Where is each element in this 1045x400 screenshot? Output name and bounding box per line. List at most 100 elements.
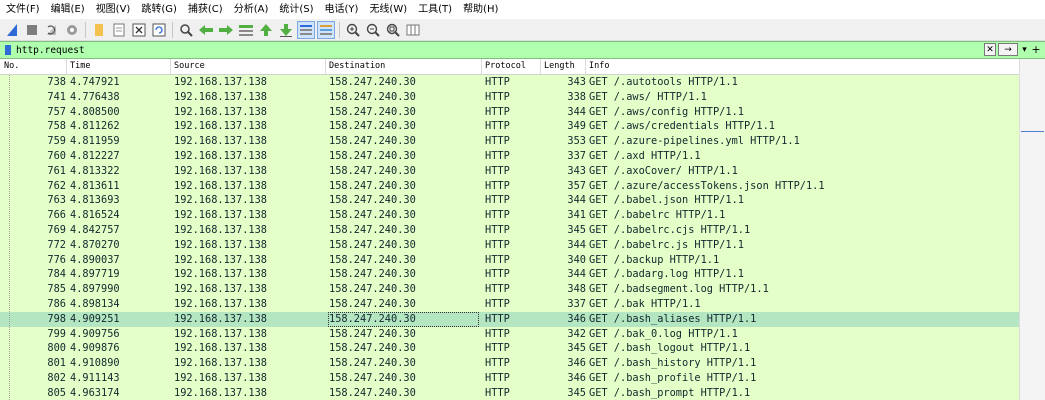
packet-row[interactable]: 800 4.909876 192.168.137.138 158.247.240.30… bbox=[0, 341, 1019, 357]
column-header-source[interactable]: Source bbox=[174, 61, 205, 71]
save-file-icon[interactable] bbox=[110, 21, 128, 39]
menu-help[interactable]: 帮助(H) bbox=[457, 0, 503, 19]
packet-row[interactable]: 762 4.813611 192.168.137.138 158.247.240.30… bbox=[0, 178, 1019, 194]
packet-row-selected[interactable]: 798 4.909251 192.168.137.138 158.247.240.30… bbox=[0, 311, 1019, 327]
packet-row[interactable]: 760 4.812227 192.168.137.138 158.247.240.30… bbox=[0, 148, 1019, 164]
add-filter-button[interactable]: + bbox=[1031, 43, 1041, 56]
packet-row[interactable]: 776 4.890037 192.168.137.138 158.247.240.30… bbox=[0, 252, 1019, 268]
packet-protocol: HTTP bbox=[485, 327, 510, 340]
go-last-icon[interactable] bbox=[277, 21, 295, 39]
packet-row[interactable]: 801 4.910890 192.168.137.138 158.247.240.30… bbox=[0, 356, 1019, 371]
packet-row[interactable]: 758 4.811262 192.168.137.138 158.247.240.30… bbox=[0, 119, 1019, 135]
column-header-length[interactable]: Length bbox=[544, 61, 575, 71]
menu-analyze[interactable]: 分析(A) bbox=[228, 0, 274, 19]
shark-fin-icon[interactable] bbox=[3, 21, 21, 39]
close-file-icon[interactable] bbox=[130, 21, 148, 39]
packet-info: GET /.azure-pipelines.yml HTTP/1.1 bbox=[589, 135, 800, 148]
packet-list[interactable]: 738 4.747921 192.168.137.138 158.247.240.30… bbox=[0, 75, 1019, 400]
column-header-protocol[interactable]: Protocol bbox=[485, 61, 526, 71]
options-icon[interactable] bbox=[63, 21, 81, 39]
packet-info: GET /.bash_aliases HTTP/1.1 bbox=[589, 312, 757, 325]
go-back-icon[interactable] bbox=[197, 21, 215, 39]
packet-row[interactable]: 785 4.897990 192.168.137.138 158.247.240.30… bbox=[0, 282, 1019, 297]
packet-source: 192.168.137.138 bbox=[174, 297, 267, 310]
go-forward-icon[interactable] bbox=[217, 21, 235, 39]
zoom-out-icon[interactable] bbox=[364, 21, 382, 39]
display-filter-input[interactable]: http.request bbox=[16, 45, 85, 56]
clear-filter-button[interactable]: ✕ bbox=[984, 43, 996, 56]
packet-time: 4.963174 bbox=[70, 386, 120, 399]
column-divider[interactable] bbox=[66, 59, 67, 74]
colorize-icon[interactable] bbox=[317, 20, 335, 39]
zoom-in-icon[interactable] bbox=[344, 21, 362, 39]
zoom-normal-icon[interactable] bbox=[384, 21, 402, 39]
packet-row[interactable]: 802 4.911143 192.168.137.138 158.247.240.30… bbox=[0, 370, 1019, 386]
column-header-no[interactable]: No. bbox=[4, 61, 19, 71]
packet-protocol: HTTP bbox=[485, 223, 510, 236]
filter-history-dropdown[interactable]: ▾ bbox=[1020, 43, 1029, 56]
bookmark-icon[interactable] bbox=[4, 44, 12, 56]
packet-source: 192.168.137.138 bbox=[174, 135, 267, 148]
autoscroll-icon[interactable] bbox=[297, 20, 315, 39]
packet-time: 4.813322 bbox=[70, 164, 120, 177]
toolbar-separator bbox=[339, 21, 340, 38]
packet-row[interactable]: 766 4.816524 192.168.137.138 158.247.240.30… bbox=[0, 208, 1019, 223]
packet-time: 4.897990 bbox=[70, 283, 120, 296]
packet-info: GET /.babel.json HTTP/1.1 bbox=[589, 194, 744, 207]
column-divider[interactable] bbox=[540, 59, 541, 74]
packet-row[interactable]: 738 4.747921 192.168.137.138 158.247.240.30… bbox=[0, 75, 1019, 90]
menu-view[interactable]: 视图(V) bbox=[90, 0, 136, 19]
packet-row[interactable]: 761 4.813322 192.168.137.138 158.247.240.30… bbox=[0, 163, 1019, 179]
packet-row[interactable]: 759 4.811959 192.168.137.138 158.247.240.30… bbox=[0, 134, 1019, 149]
packet-protocol: HTTP bbox=[485, 342, 510, 355]
packet-info: GET /.autotools HTTP/1.1 bbox=[589, 76, 738, 88]
display-filter-bar[interactable]: http.request ✕ → ▾ + bbox=[0, 41, 1045, 59]
packet-length: 346 bbox=[567, 312, 586, 325]
restart-icon[interactable] bbox=[43, 21, 61, 39]
packet-row[interactable]: 757 4.808500 192.168.137.138 158.247.240.30… bbox=[0, 104, 1019, 120]
packet-row[interactable]: 784 4.897719 192.168.137.138 158.247.240.30… bbox=[0, 267, 1019, 283]
packet-source: 192.168.137.138 bbox=[174, 149, 267, 162]
resize-columns-icon[interactable] bbox=[404, 21, 422, 39]
packet-row[interactable]: 769 4.842757 192.168.137.138 158.247.240.30… bbox=[0, 222, 1019, 238]
packet-time: 4.776438 bbox=[70, 90, 120, 103]
packet-row[interactable]: 763 4.813693 192.168.137.138 158.247.240.30… bbox=[0, 193, 1019, 209]
menu-statistics[interactable]: 统计(S) bbox=[273, 0, 318, 19]
column-divider[interactable] bbox=[481, 59, 482, 74]
menu-edit[interactable]: 编辑(E) bbox=[45, 0, 90, 19]
menu-file[interactable]: 文件(F) bbox=[0, 0, 45, 19]
go-first-icon[interactable] bbox=[257, 21, 275, 39]
packet-row[interactable]: 799 4.909756 192.168.137.138 158.247.240.30… bbox=[0, 326, 1019, 342]
open-file-icon[interactable] bbox=[90, 21, 108, 39]
packet-row[interactable]: 786 4.898134 192.168.137.138 158.247.240.30… bbox=[0, 296, 1019, 312]
column-divider[interactable] bbox=[170, 59, 171, 74]
column-header-time[interactable]: Time bbox=[70, 61, 90, 71]
stop-icon[interactable] bbox=[23, 21, 41, 39]
scrollbar-thumb[interactable] bbox=[1021, 131, 1044, 132]
packet-row[interactable]: 805 4.963174 192.168.137.138 158.247.240.30… bbox=[0, 385, 1019, 400]
packet-row[interactable]: 741 4.776438 192.168.137.138 158.247.240.30… bbox=[0, 89, 1019, 105]
packet-protocol: HTTP bbox=[485, 120, 510, 133]
menu-wireless[interactable]: 无线(W) bbox=[363, 0, 412, 19]
column-divider[interactable] bbox=[325, 59, 326, 74]
apply-filter-button[interactable]: → bbox=[998, 43, 1018, 56]
find-packet-icon[interactable] bbox=[177, 21, 195, 39]
menu-go[interactable]: 跳转(G) bbox=[135, 0, 182, 19]
menu-tools[interactable]: 工具(T) bbox=[412, 0, 457, 19]
packet-info: GET /.badsegment.log HTTP/1.1 bbox=[589, 283, 769, 296]
column-header-info[interactable]: Info bbox=[589, 61, 609, 71]
menu-telephony[interactable]: 电话(Y) bbox=[319, 0, 364, 19]
column-divider[interactable] bbox=[585, 59, 586, 74]
packet-length: 345 bbox=[567, 223, 586, 236]
menu-capture[interactable]: 捕获(C) bbox=[182, 0, 228, 19]
packet-source: 192.168.137.138 bbox=[174, 179, 267, 192]
packet-row[interactable]: 772 4.870270 192.168.137.138 158.247.240.30… bbox=[0, 237, 1019, 253]
packet-number: 769 bbox=[47, 223, 66, 236]
packet-list-scrollbar[interactable] bbox=[1019, 59, 1045, 400]
go-to-packet-icon[interactable] bbox=[237, 21, 255, 39]
reload-icon[interactable] bbox=[150, 21, 168, 39]
column-header-destination[interactable]: Destination bbox=[329, 61, 385, 71]
packet-number: 786 bbox=[47, 297, 66, 310]
packet-destination: 158.247.240.30 bbox=[329, 105, 416, 118]
packet-info: GET /.babelrc HTTP/1.1 bbox=[589, 209, 726, 222]
